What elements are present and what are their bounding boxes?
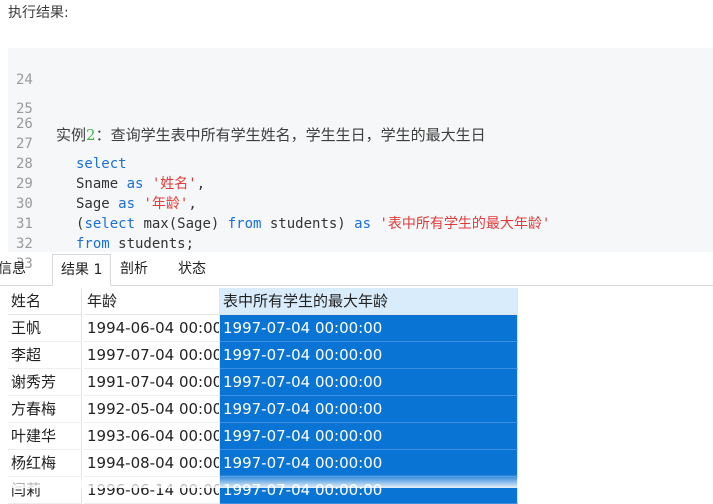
code-line: 28 Sname as '姓名', [8, 134, 713, 192]
code-line: 31 from students; [8, 194, 713, 252]
cell-max-age[interactable]: 1997-07-04 00:00:00 [220, 396, 518, 423]
code-line: 24 [8, 50, 713, 88]
result-heading: 执行结果: [8, 5, 69, 21]
cell-name[interactable]: 谢秀芳 [8, 369, 82, 396]
code-line: 26 [8, 94, 713, 132]
tab-result-1[interactable]: 结果 1 [52, 254, 112, 286]
tab-info[interactable]: 信息 [0, 254, 34, 284]
cell-age[interactable]: 1994-08-04 00:00:00 [84, 450, 220, 477]
code-line: 33 [8, 234, 713, 272]
table-row[interactable]: 杨红梅 1994-08-04 00:00:00 1997-07-04 00:00… [8, 450, 518, 477]
table-row[interactable]: 方春梅 1992-05-04 00:00:00 1997-07-04 00:00… [8, 396, 518, 423]
tab-profile[interactable]: 剖析 [112, 254, 156, 284]
code-line: 29 Sage as '年龄', [8, 154, 713, 212]
code-line: 30 (select max(Sage) from students) as '… [8, 174, 713, 232]
cell-name[interactable]: 方春梅 [8, 396, 82, 423]
cell-name[interactable]: 李超 [8, 342, 82, 369]
cell-age[interactable]: 1993-06-04 00:00:00 [84, 423, 220, 450]
cell-age[interactable]: 1997-07-04 00:00:00 [84, 342, 220, 369]
cell-name[interactable]: 杨红梅 [8, 450, 82, 477]
tab-status[interactable]: 状态 [170, 254, 214, 284]
table-row[interactable]: 叶建华 1993-06-04 00:00:00 1997-07-04 00:00… [8, 423, 518, 450]
bottom-fade [0, 474, 713, 488]
table-row[interactable]: 王帆 1994-06-04 00:00:00 1997-07-04 00:00:… [8, 315, 518, 342]
cell-name[interactable]: 叶建华 [8, 423, 82, 450]
cell-age[interactable]: 1991-07-04 00:00:00 [84, 369, 220, 396]
cell-max-age[interactable]: 1997-07-04 00:00:00 [220, 423, 518, 450]
code-line: 27 select [8, 114, 713, 172]
cell-max-age[interactable]: 1997-07-04 00:00:00 [220, 342, 518, 369]
sql-editor[interactable]: 24 25 实例2：查询学生表中所有学生姓名，学生生日，学生的最大生日 26 2… [8, 48, 713, 272]
cell-max-age[interactable]: 1997-07-04 00:00:00 [220, 369, 518, 396]
column-header-age[interactable]: 年龄 [84, 288, 220, 315]
cell-name[interactable]: 王帆 [8, 315, 82, 342]
column-header-name[interactable]: 姓名 [8, 288, 82, 315]
cell-age[interactable]: 1992-05-04 00:00:00 [84, 396, 220, 423]
code-line: 32 [8, 214, 713, 252]
column-header-max-age[interactable]: 表中所有学生的最大年龄 [220, 288, 518, 315]
table-row[interactable]: 谢秀芳 1991-07-04 00:00:00 1997-07-04 00:00… [8, 369, 518, 396]
cell-max-age[interactable]: 1997-07-04 00:00:00 [220, 450, 518, 477]
cell-max-age[interactable]: 1997-07-04 00:00:00 [220, 315, 518, 342]
code-line: 25 实例2：查询学生表中所有学生姓名，学生生日，学生的最大生日 [8, 70, 713, 144]
result-tabs: 信息 结果 1 剖析 状态 [0, 254, 713, 286]
cell-age[interactable]: 1994-06-04 00:00:00 [84, 315, 220, 342]
table-header: 姓名 年龄 表中所有学生的最大年龄 [8, 288, 518, 315]
table-row[interactable]: 李超 1997-07-04 00:00:00 1997-07-04 00:00:… [8, 342, 518, 369]
